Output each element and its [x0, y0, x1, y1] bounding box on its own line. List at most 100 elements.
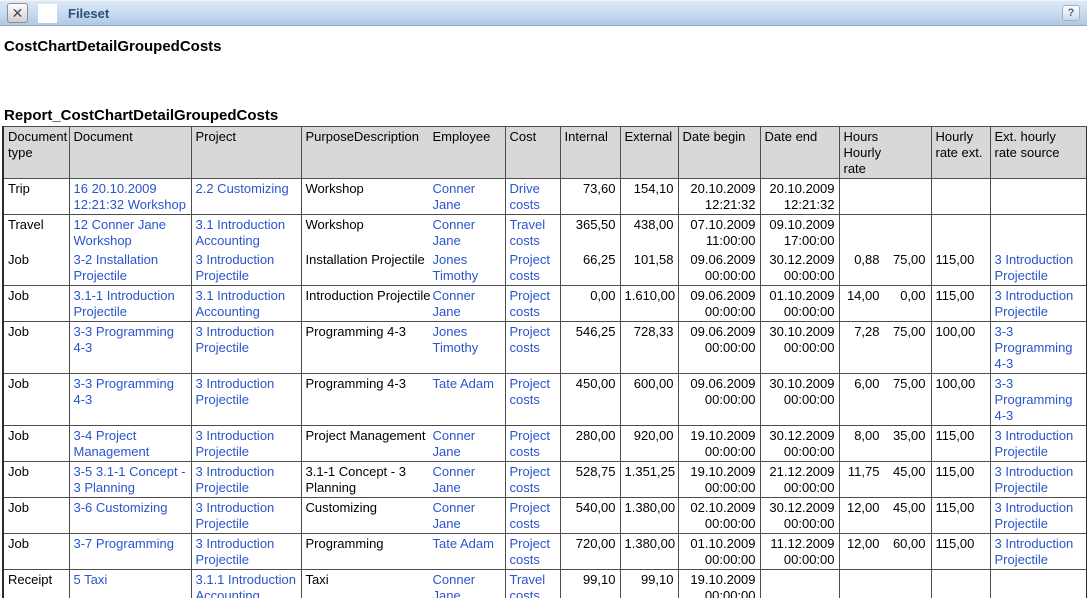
purpose-text: Workshop: [306, 217, 433, 249]
ext-rate-source-link[interactable]: 3 Introduction Projectile: [995, 536, 1074, 567]
document-link[interactable]: 5 Taxi: [74, 572, 108, 587]
project-link[interactable]: 3 Introduction Projectile: [196, 428, 275, 459]
cell-internal: 528,75: [560, 462, 620, 498]
ext-rate-source-link[interactable]: 3 Introduction Projectile: [995, 428, 1074, 459]
ext-rate-source-link[interactable]: 3 Introduction Projectile: [995, 252, 1074, 283]
employee-link[interactable]: Conner Jane: [433, 428, 476, 459]
cost-link[interactable]: Project costs: [510, 536, 550, 567]
cell-project: 3 Introduction Projectile: [191, 250, 301, 286]
col-header-purpose-description: PurposeDescription: [306, 129, 433, 145]
cost-link[interactable]: Travel costs: [510, 572, 546, 598]
cell-document-type: Receipt: [3, 570, 69, 598]
cell-date-end: 20.10.200912:21:32: [760, 179, 839, 215]
ext-rate-source-link[interactable]: 3-3 Programming 4-3: [995, 376, 1073, 423]
cost-link[interactable]: Project costs: [510, 324, 550, 355]
employee-link[interactable]: Tate Adam: [433, 536, 494, 551]
ext-rate-source-link[interactable]: 3 Introduction Projectile: [995, 500, 1074, 531]
cell-ext-rate-source: 3 Introduction Projectile: [990, 498, 1086, 534]
hours-value: 8,00: [844, 428, 880, 444]
cell-hourly-rate-ext: [931, 215, 990, 251]
cell-hours-rate: 14,000,00: [839, 286, 931, 322]
employee-link[interactable]: Conner Jane: [433, 217, 476, 248]
project-link[interactable]: 3.1 Introduction Accounting: [196, 217, 286, 248]
document-link[interactable]: 3-3 Programming 4-3: [74, 376, 174, 407]
cell-ext-rate-source: 3 Introduction Projectile: [990, 462, 1086, 498]
cell-document: 16 20.10.2009 12:21:32 Workshop: [69, 179, 191, 215]
cell-date-end: 30.12.200900:00:00: [760, 498, 839, 534]
project-link[interactable]: 3 Introduction Projectile: [196, 324, 275, 355]
employee-cell: Tate Adam: [433, 376, 501, 392]
date-begin-date: 09.06.2009: [683, 288, 756, 304]
date-begin-time: 00:00:00: [683, 392, 756, 408]
document-link[interactable]: 16 20.10.2009 12:21:32 Workshop: [74, 181, 187, 212]
date-begin-date: 09.06.2009: [683, 324, 756, 340]
cell-ext-rate-source: 3 Introduction Projectile: [990, 426, 1086, 462]
document-link[interactable]: 3-4 Project Management: [74, 428, 150, 459]
hours-value: 7,28: [844, 324, 880, 340]
cell-hourly-rate-ext: 115,00: [931, 534, 990, 570]
hourly-rate-value: 60,00: [884, 536, 926, 552]
project-link[interactable]: 3 Introduction Projectile: [196, 536, 275, 567]
employee-link[interactable]: Conner Jane: [433, 464, 476, 495]
date-begin-time: 00:00:00: [683, 552, 756, 568]
page-content: CostChartDetailGroupedCosts Report_CostC…: [0, 38, 1087, 598]
project-link[interactable]: 3.1 Introduction Accounting: [196, 288, 286, 319]
cell-cost: Drive costs: [505, 179, 560, 215]
employee-cell: Conner Jane: [433, 217, 501, 249]
employee-link[interactable]: Conner Jane: [433, 500, 476, 531]
employee-link[interactable]: Jones Timothy: [433, 324, 479, 355]
cell-internal: 540,00: [560, 498, 620, 534]
date-end-date: 30.10.2009: [765, 324, 835, 340]
cell-internal: 450,00: [560, 374, 620, 426]
ext-rate-source-link[interactable]: 3 Introduction Projectile: [995, 288, 1074, 319]
cell-external: 101,58: [620, 250, 678, 286]
document-link[interactable]: 3-6 Customizing: [74, 500, 168, 515]
document-link[interactable]: 3-7 Programming: [74, 536, 174, 551]
project-link[interactable]: 3 Introduction Projectile: [196, 376, 275, 407]
project-link[interactable]: 2.2 Customizing: [196, 181, 289, 196]
date-begin-date: 07.10.2009: [683, 217, 756, 233]
cell-external: 1.351,25: [620, 462, 678, 498]
employee-link[interactable]: Conner Jane: [433, 288, 476, 319]
cell-hourly-rate-ext: 115,00: [931, 498, 990, 534]
cost-link[interactable]: Drive costs: [510, 181, 540, 212]
cost-link[interactable]: Project costs: [510, 428, 550, 459]
project-link[interactable]: 3 Introduction Projectile: [196, 252, 275, 283]
employee-link[interactable]: Conner Jane: [433, 572, 476, 598]
hours-value: 12,00: [844, 500, 880, 516]
cost-link[interactable]: Project costs: [510, 252, 550, 283]
document-link[interactable]: 3.1-1 Introduction Projectile: [74, 288, 175, 319]
cost-link[interactable]: Project costs: [510, 464, 550, 495]
hourly-rate-value: 75,00: [884, 252, 926, 268]
col-header-date-end: Date end: [760, 127, 839, 179]
project-link[interactable]: 3 Introduction Projectile: [196, 464, 275, 495]
project-link[interactable]: 3 Introduction Projectile: [196, 500, 275, 531]
employee-link[interactable]: Conner Jane: [433, 181, 476, 212]
document-link[interactable]: 3-2 Installation Projectile: [74, 252, 159, 283]
cell-external: 154,10: [620, 179, 678, 215]
cost-link[interactable]: Project costs: [510, 288, 550, 319]
cost-link[interactable]: Travel costs: [510, 217, 546, 248]
document-link[interactable]: 12 Conner Jane Workshop: [74, 217, 167, 248]
cost-link[interactable]: Project costs: [510, 500, 550, 531]
cell-document: 3-4 Project Management: [69, 426, 191, 462]
document-link[interactable]: 3-3 Programming 4-3: [74, 324, 174, 355]
date-end-date: 01.10.2009: [765, 288, 835, 304]
cell-purpose-employee: WorkshopConner Jane: [301, 179, 505, 215]
date-begin-time: 00:00:00: [683, 444, 756, 460]
date-end-time: 00:00:00: [765, 444, 835, 460]
document-link[interactable]: 3-5 3.1-1 Concept - 3 Planning: [74, 464, 186, 495]
ext-rate-source-link[interactable]: 3 Introduction Projectile: [995, 464, 1074, 495]
ext-rate-source-link[interactable]: 3-3 Programming 4-3: [995, 324, 1073, 371]
employee-link[interactable]: Jones Timothy: [433, 252, 479, 283]
cell-internal: 365,50: [560, 215, 620, 251]
help-button[interactable]: ?: [1062, 5, 1080, 21]
date-begin-date: 09.06.2009: [683, 252, 756, 268]
cell-project: 3 Introduction Projectile: [191, 322, 301, 374]
date-begin-date: 09.06.2009: [683, 376, 756, 392]
employee-link[interactable]: Tate Adam: [433, 376, 494, 391]
project-link[interactable]: 3.1.1 Introduction Accounting: [196, 572, 296, 598]
cost-link[interactable]: Project costs: [510, 376, 550, 407]
cell-date-end: 30.10.200900:00:00: [760, 374, 839, 426]
close-button[interactable]: ✕: [7, 3, 28, 23]
